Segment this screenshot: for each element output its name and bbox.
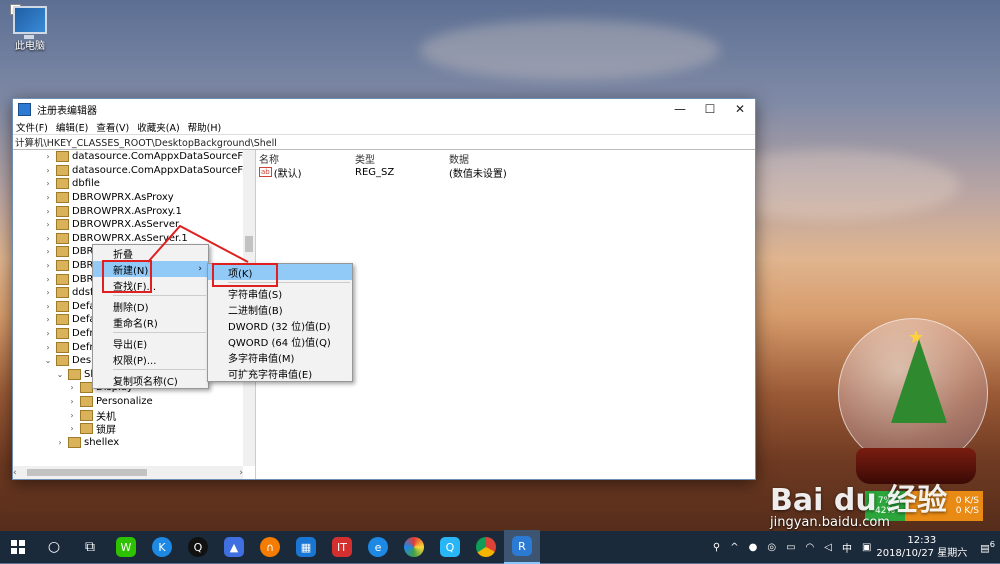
taskbar-app-qq[interactable]: Q	[180, 531, 216, 563]
taskbar-app-chrome[interactable]	[468, 531, 504, 563]
taskbar-app-feishu[interactable]: ▲	[216, 531, 252, 563]
christmas-tree-icon	[891, 339, 947, 423]
k-app-icon: K	[152, 537, 172, 557]
search-icon: ○	[47, 539, 61, 555]
ime-indicator[interactable]: 中	[842, 540, 852, 555]
taskbar-app-office[interactable]: ▦	[288, 531, 324, 563]
it-app-icon: IT	[332, 537, 352, 557]
taskbar-app-ie[interactable]: e	[360, 531, 396, 563]
wechat-icon: W	[116, 537, 136, 557]
taskbar-app-wechat[interactable]: W	[108, 531, 144, 563]
upload-speed: 0 K/S	[955, 496, 979, 506]
start-button[interactable]	[0, 531, 36, 563]
watermark-brand: Bai du 经验	[770, 483, 948, 518]
taskbar-app-k[interactable]: K	[144, 531, 180, 563]
volume-icon[interactable]: ◁	[824, 542, 832, 553]
snow-globe-widget: ★	[838, 318, 988, 468]
user-icon[interactable]: ⚲	[713, 542, 720, 553]
tray-app-icon[interactable]: ●	[749, 542, 758, 553]
system-tray: ⚲ ^ ● ◎ ▭ ◠ ◁ 中 ▣ 12:33 2018/10/27 星期六 ▤6	[708, 531, 1000, 563]
regedit-icon: R	[512, 536, 532, 556]
tray-app-icon[interactable]: ◎	[767, 542, 776, 553]
notification-count: 6	[989, 539, 995, 550]
taskbar-app-qqtim[interactable]: Q	[432, 531, 468, 563]
office-icon: ▦	[296, 537, 316, 557]
task-view-icon: ⧉	[85, 539, 95, 555]
taskbar: ○ ⧉ W K Q ▲ ∩ ▦ IT e Q R ⚲ ^ ● ◎ ▭ ◠ ◁ 中…	[0, 530, 1000, 564]
color-wheel-icon	[404, 537, 424, 557]
task-view-button[interactable]: ⧉	[72, 531, 108, 563]
watermark-url: jingyan.baidu.com	[770, 515, 890, 530]
ring-icon: ∩	[260, 537, 280, 557]
notification-button[interactable]: ▤6	[980, 539, 995, 554]
chrome-icon	[476, 537, 496, 557]
time: 12:33	[907, 535, 937, 546]
battery-icon[interactable]: ▭	[786, 542, 795, 553]
search-button[interactable]: ○	[36, 531, 72, 563]
ie-icon: e	[368, 537, 388, 557]
clock[interactable]: 12:33 2018/10/27 星期六	[876, 534, 967, 560]
chevron-up-icon[interactable]: ^	[730, 542, 738, 553]
download-speed: 0 K/S	[955, 506, 979, 516]
taskbar-app-colors[interactable]	[396, 531, 432, 563]
taskbar-app-regedit[interactable]: R	[504, 530, 540, 564]
taskbar-app-it[interactable]: IT	[324, 531, 360, 563]
wifi-icon[interactable]: ◠	[806, 542, 815, 553]
keyboard-icon[interactable]: ▣	[862, 542, 871, 553]
tim-icon: Q	[440, 537, 460, 557]
bird-icon: ▲	[224, 537, 244, 557]
taskbar-app-orange[interactable]: ∩	[252, 531, 288, 563]
date: 2018/10/27 星期六	[876, 548, 968, 559]
windows-icon	[11, 540, 25, 554]
qq-icon: Q	[188, 537, 208, 557]
